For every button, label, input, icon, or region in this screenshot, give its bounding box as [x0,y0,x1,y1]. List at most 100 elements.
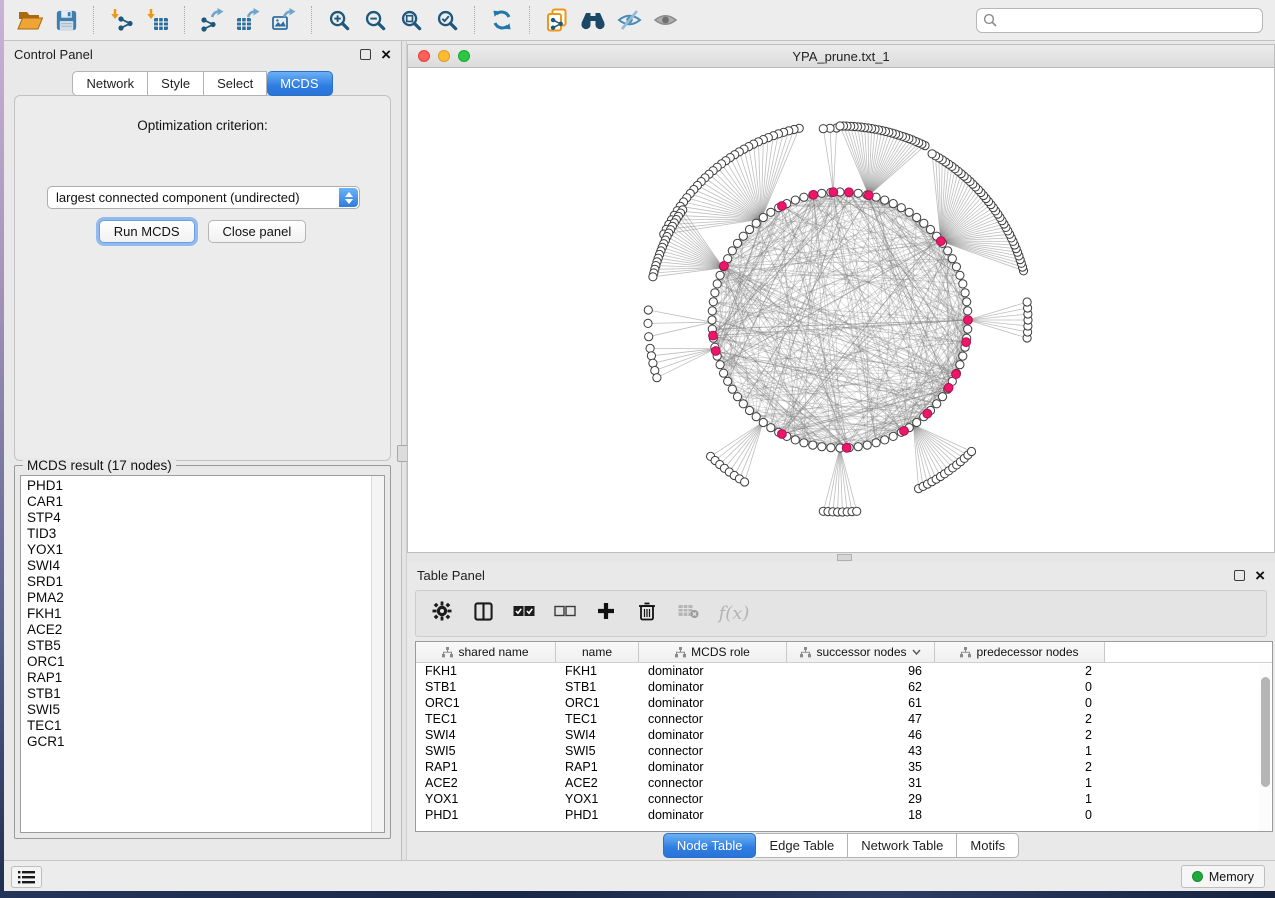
cell-mcds-role[interactable]: connector [639,776,787,790]
cell-mcds-role[interactable]: dominator [639,728,787,742]
mcds-list-scrollbar[interactable] [371,476,384,832]
cell-mcds-role[interactable]: connector [639,792,787,806]
cell-name[interactable]: TEC1 [556,712,639,726]
mcds-result-item[interactable]: STP4 [27,510,384,526]
select-all-button[interactable] [512,602,536,626]
cell-name[interactable]: ACE2 [556,776,639,790]
mcds-result-item[interactable]: ACE2 [27,622,384,638]
table-row[interactable]: YOX1YOX1connector291 [416,791,1272,807]
cell-predecessor-nodes[interactable]: 2 [935,664,1105,678]
mcds-result-item[interactable]: SWI4 [27,558,384,574]
cell-predecessor-nodes[interactable]: 2 [935,760,1105,774]
cell-shared-name[interactable]: STB1 [416,680,556,694]
close-table-panel-icon[interactable]: × [1255,570,1265,581]
cell-name[interactable]: RAP1 [556,760,639,774]
cell-shared-name[interactable]: ORC1 [416,696,556,710]
cell-successor-nodes[interactable]: 47 [787,712,935,726]
horizontal-splitter[interactable] [407,553,1275,562]
zoom-fit-button[interactable] [393,3,429,37]
zoom-in-button[interactable] [321,3,357,37]
cell-shared-name[interactable]: PHD1 [416,808,556,822]
float-table-panel-icon[interactable] [1234,570,1245,581]
mcds-result-item[interactable]: STB5 [27,638,384,654]
export-table-button[interactable] [230,3,266,37]
new-network-from-selection-button[interactable] [539,3,575,37]
mcds-result-item[interactable]: PHD1 [27,478,384,494]
column-settings-button[interactable] [430,602,454,626]
cell-shared-name[interactable]: SWI4 [416,728,556,742]
search-box[interactable] [976,8,1263,33]
cell-mcds-role[interactable]: connector [639,744,787,758]
cell-name[interactable]: SWI4 [556,728,639,742]
cell-name[interactable]: YOX1 [556,792,639,806]
cell-mcds-role[interactable]: dominator [639,664,787,678]
cell-predecessor-nodes[interactable]: 2 [935,712,1105,726]
tab-mcds[interactable]: MCDS [267,71,332,96]
close-panel-button[interactable]: Close panel [208,220,307,243]
zoom-selected-button[interactable] [429,3,465,37]
memory-button[interactable]: Memory [1181,865,1265,888]
tab-select[interactable]: Select [204,71,267,96]
tab-edge-table[interactable]: Edge Table [756,833,848,858]
cell-successor-nodes[interactable]: 35 [787,760,935,774]
export-network-button[interactable] [194,3,230,37]
mcds-result-item[interactable]: PMA2 [27,590,384,606]
table-row[interactable]: ACE2ACE2connector311 [416,775,1272,791]
cell-mcds-role[interactable]: dominator [639,808,787,822]
mcds-result-item[interactable]: RAP1 [27,670,384,686]
horizontal-splitter-handle[interactable] [837,554,852,561]
cell-shared-name[interactable]: RAP1 [416,760,556,774]
cell-mcds-role[interactable]: dominator [639,696,787,710]
close-panel-icon[interactable]: × [381,49,391,60]
run-mcds-button[interactable]: Run MCDS [99,220,195,243]
mcds-result-item[interactable]: SRD1 [27,574,384,590]
deselect-all-button[interactable] [553,602,577,626]
column-header-successor-nodes[interactable]: successor nodes [787,642,935,662]
cell-predecessor-nodes[interactable]: 1 [935,776,1105,790]
task-history-button[interactable] [11,866,42,888]
cell-name[interactable]: STB1 [556,680,639,694]
column-header-shared-name[interactable]: shared name [416,642,556,662]
first-neighbors-button[interactable] [575,3,611,37]
table-row[interactable]: PHD1PHD1dominator180 [416,807,1272,823]
cell-successor-nodes[interactable]: 96 [787,664,935,678]
cell-successor-nodes[interactable]: 61 [787,696,935,710]
mcds-result-item[interactable]: FKH1 [27,606,384,622]
cell-successor-nodes[interactable]: 62 [787,680,935,694]
import-network-button[interactable] [103,3,139,37]
cell-predecessor-nodes[interactable]: 2 [935,728,1105,742]
mcds-result-item[interactable]: YOX1 [27,542,384,558]
network-canvas[interactable] [408,68,1274,552]
cell-successor-nodes[interactable]: 43 [787,744,935,758]
cell-name[interactable]: FKH1 [556,664,639,678]
table-row[interactable]: STB1STB1dominator620 [416,679,1272,695]
table-row[interactable]: SWI5SWI5connector431 [416,743,1272,759]
mcds-result-item[interactable]: STB1 [27,686,384,702]
table-row[interactable]: FKH1FKH1dominator962 [416,663,1272,679]
mcds-result-list[interactable]: PHD1CAR1STP4TID3YOX1SWI4SRD1PMA2FKH1ACE2… [20,475,385,833]
cell-predecessor-nodes[interactable]: 0 [935,808,1105,822]
column-header-name[interactable]: name [556,642,639,662]
network-graph[interactable] [408,68,1274,552]
cell-predecessor-nodes[interactable]: 1 [935,744,1105,758]
cell-shared-name[interactable]: SWI5 [416,744,556,758]
show-all-button[interactable] [647,3,683,37]
float-panel-icon[interactable] [360,49,371,60]
mcds-result-item[interactable]: GCR1 [27,734,384,750]
save-session-button[interactable] [48,3,84,37]
mcds-result-item[interactable]: ORC1 [27,654,384,670]
cell-name[interactable]: ORC1 [556,696,639,710]
cell-mcds-role[interactable]: connector [639,712,787,726]
export-image-button[interactable] [266,3,302,37]
cell-successor-nodes[interactable]: 29 [787,792,935,806]
table-row[interactable]: TEC1TEC1connector472 [416,711,1272,727]
cell-predecessor-nodes[interactable]: 0 [935,696,1105,710]
show-column-panel-button[interactable] [471,602,495,626]
table-row[interactable]: SWI4SWI4dominator462 [416,727,1272,743]
cell-successor-nodes[interactable]: 18 [787,808,935,822]
hide-selected-button[interactable] [611,3,647,37]
table-scrollbar-thumb[interactable] [1261,677,1270,787]
cell-successor-nodes[interactable]: 46 [787,728,935,742]
mcds-result-item[interactable]: SWI5 [27,702,384,718]
tab-motifs[interactable]: Motifs [957,833,1019,858]
